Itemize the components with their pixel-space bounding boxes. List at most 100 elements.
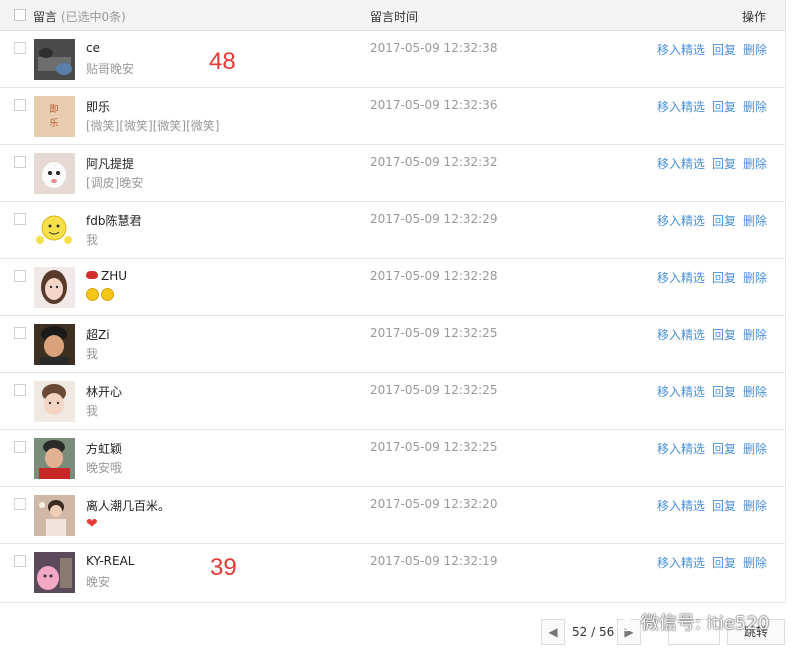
row-checkbox[interactable] (14, 270, 26, 282)
move-to-featured-link[interactable]: 移入精选 (657, 100, 705, 114)
avatar: 即乐 (34, 96, 75, 137)
delete-link[interactable]: 删除 (743, 556, 767, 570)
avatar (34, 495, 75, 536)
comment-time: 2017-05-09 12:32:25 (370, 383, 498, 397)
row-checkbox[interactable] (14, 498, 26, 510)
commenter-name: 林开心 (86, 385, 123, 399)
comment-list-panel: 留言 (已选中0条) 留言时间 操作 ce 贴哥晚安 2017-05-09 12… (0, 0, 786, 603)
move-to-featured-link[interactable]: 移入精选 (657, 328, 705, 342)
avatar (34, 552, 75, 593)
table-row: 林开心 我 2017-05-09 12:32:25 移入精选 回复 删除 (0, 373, 785, 430)
reply-link[interactable]: 回复 (712, 157, 736, 171)
comment-time: 2017-05-09 12:32:20 (370, 497, 498, 511)
comment-time: 2017-05-09 12:32:19 (370, 554, 498, 568)
lips-icon (86, 271, 98, 279)
commenter-name: ce (86, 41, 100, 55)
commenter-name: fdb陈慧君 (86, 214, 142, 228)
move-to-featured-link[interactable]: 移入精选 (657, 157, 705, 171)
select-all-checkbox[interactable] (14, 9, 26, 21)
row-checkbox[interactable] (14, 156, 26, 168)
row-checkbox[interactable] (14, 327, 26, 339)
move-to-featured-link[interactable]: 移入精选 (657, 271, 705, 285)
avatar (34, 153, 75, 194)
avatar (34, 210, 75, 251)
page-indicator: 52 / 56 (572, 625, 615, 639)
row-actions: 移入精选 回复 删除 (650, 98, 767, 115)
avatar (34, 324, 75, 365)
delete-link[interactable]: 删除 (743, 385, 767, 399)
row-checkbox[interactable] (14, 384, 26, 396)
wechat-icon (613, 614, 635, 632)
row-checkbox[interactable] (14, 213, 26, 225)
move-to-featured-link[interactable]: 移入精选 (657, 556, 705, 570)
row-actions: 移入精选 回复 删除 (650, 554, 767, 571)
comment-time: 2017-05-09 12:32:28 (370, 269, 498, 283)
move-to-featured-link[interactable]: 移入精选 (657, 499, 705, 513)
prev-page-button[interactable]: ◀ (541, 619, 565, 645)
row-checkbox[interactable] (14, 99, 26, 111)
comment-time: 2017-05-09 12:32:32 (370, 155, 498, 169)
table-row: 离人潮几百米。 ❤ 2017-05-09 12:32:20 移入精选 回复 删除 (0, 487, 785, 544)
table-row: KY-REAL 晚安 2017-05-09 12:32:19 移入精选 回复 删除 (0, 544, 785, 602)
delete-link[interactable]: 删除 (743, 442, 767, 456)
comment-text: 晚安哦 (86, 461, 123, 475)
row-actions: 移入精选 回复 删除 (650, 326, 767, 343)
delete-link[interactable]: 删除 (743, 214, 767, 228)
comment-text: 我 (86, 404, 99, 418)
row-actions: 移入精选 回复 删除 (650, 383, 767, 400)
commenter-name: 方虹颖 (86, 442, 123, 456)
reply-link[interactable]: 回复 (712, 100, 736, 114)
comment-time: 2017-05-09 12:32:36 (370, 98, 498, 112)
delete-link[interactable]: 删除 (743, 100, 767, 114)
commenter-name: 离人潮几百米。 (86, 499, 171, 513)
annotation-number-bottom: 39 (210, 554, 237, 581)
reply-link[interactable]: 回复 (712, 214, 736, 228)
reply-link[interactable]: 回复 (712, 385, 736, 399)
reply-link[interactable]: 回复 (712, 328, 736, 342)
delete-link[interactable]: 删除 (743, 328, 767, 342)
header-operations: 操作 (741, 10, 766, 24)
table-row: 即乐 即乐 [微笑][微笑][微笑][微笑] 2017-05-09 12:32:… (0, 88, 785, 145)
table-row: fdb陈慧君 我 2017-05-09 12:32:29 移入精选 回复 删除 (0, 202, 785, 259)
reply-link[interactable]: 回复 (712, 271, 736, 285)
delete-link[interactable]: 删除 (743, 43, 767, 57)
reply-link[interactable]: 回复 (712, 556, 736, 570)
table-row: 方虹颖 晚安哦 2017-05-09 12:32:25 移入精选 回复 删除 (0, 430, 785, 487)
row-checkbox[interactable] (14, 555, 26, 567)
row-actions: 移入精选 回复 删除 (650, 155, 767, 172)
table-row: 超Zi 我 2017-05-09 12:32:25 移入精选 回复 删除 (0, 316, 785, 373)
move-to-featured-link[interactable]: 移入精选 (657, 43, 705, 57)
table-row: ce 贴哥晚安 2017-05-09 12:32:38 移入精选 回复 删除 (0, 31, 785, 88)
svg-text:即: 即 (49, 104, 58, 115)
reply-link[interactable]: 回复 (712, 442, 736, 456)
delete-link[interactable]: 删除 (743, 271, 767, 285)
comment-text: ❤ (86, 516, 98, 532)
watermark-text: 微信号: itie520 (641, 613, 770, 634)
commenter-name: KY-REAL (86, 554, 135, 568)
row-actions: 移入精选 回复 删除 (650, 41, 767, 58)
row-checkbox[interactable] (14, 42, 26, 54)
header-title-text: 留言 (33, 10, 58, 24)
reply-link[interactable]: 回复 (712, 43, 736, 57)
comment-text: 我 (86, 233, 99, 247)
comment-text: [微笑][微笑][微笑][微笑] (86, 119, 220, 133)
annotation-number-top: 48 (209, 48, 236, 75)
smile-emoji-icon (101, 288, 114, 301)
delete-link[interactable]: 删除 (743, 499, 767, 513)
commenter-name: 超Zi (86, 328, 110, 342)
comment-text: [调皮]晚安 (86, 176, 144, 190)
delete-link[interactable]: 删除 (743, 157, 767, 171)
reply-link[interactable]: 回复 (712, 499, 736, 513)
heart-icon: ❤ (86, 516, 98, 532)
commenter-name: ZHU (86, 269, 127, 283)
comment-time: 2017-05-09 12:32:38 (370, 41, 498, 55)
comment-text (86, 288, 116, 302)
row-actions: 移入精选 回复 删除 (650, 440, 767, 457)
move-to-featured-link[interactable]: 移入精选 (657, 214, 705, 228)
avatar (34, 438, 75, 479)
move-to-featured-link[interactable]: 移入精选 (657, 385, 705, 399)
row-checkbox[interactable] (14, 441, 26, 453)
move-to-featured-link[interactable]: 移入精选 (657, 442, 705, 456)
comment-time: 2017-05-09 12:32:29 (370, 212, 498, 226)
avatar (34, 381, 75, 422)
